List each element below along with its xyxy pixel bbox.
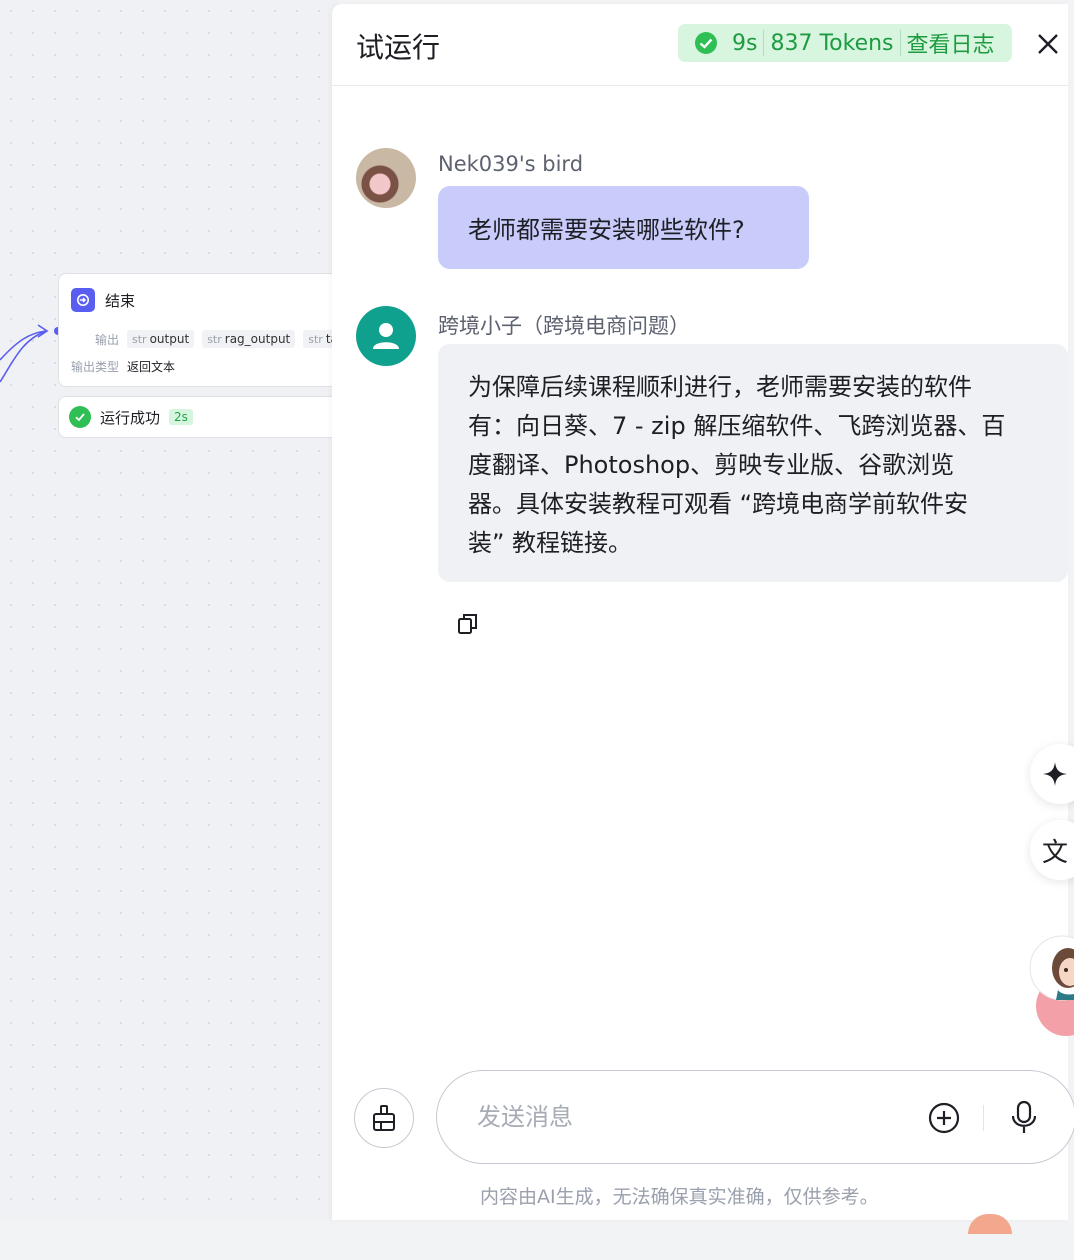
panel-header: 试运行 9s 837 Tokens 查看日志 bbox=[332, 4, 1068, 86]
bot-message-line: 有：向日葵、7 - zip 解压缩软件、飞跨浏览器、百 bbox=[468, 412, 1006, 440]
check-circle-icon bbox=[69, 406, 91, 428]
end-node-icon bbox=[71, 288, 95, 312]
output-type-value: 返回文本 bbox=[127, 360, 176, 374]
run-duration-badge: 2s bbox=[169, 409, 193, 425]
voice-input-button[interactable] bbox=[1007, 1099, 1041, 1135]
bot-name: 跨境小子（跨境电商问题） bbox=[438, 314, 690, 338]
run-info-badge: 9s 837 Tokens 查看日志 bbox=[678, 24, 1012, 62]
bot-message-line: 度翻译、Photoshop、剪映专业版、谷歌浏览 bbox=[468, 451, 955, 479]
plus-circle-icon bbox=[928, 1102, 960, 1134]
message-input[interactable] bbox=[477, 1095, 877, 1139]
run-tokens: 837 Tokens bbox=[770, 30, 894, 56]
user-avatar[interactable] bbox=[356, 148, 416, 208]
ai-disclaimer: 内容由AI生成，无法确保真实准确，仅供参考。 bbox=[480, 1186, 879, 1208]
sparkle-icon bbox=[1043, 762, 1067, 786]
attach-button[interactable] bbox=[927, 1101, 961, 1135]
mic-icon bbox=[1011, 1100, 1037, 1133]
view-log-link[interactable]: 查看日志 bbox=[907, 27, 995, 59]
end-node-output-type: 输出类型 返回文本 bbox=[71, 358, 175, 375]
translate-icon: 文 bbox=[1042, 837, 1069, 868]
run-status-bar[interactable]: 运行成功 2s bbox=[58, 396, 358, 438]
divider bbox=[763, 30, 765, 56]
check-circle-icon bbox=[695, 32, 717, 54]
brush-icon bbox=[373, 1105, 395, 1131]
user-name: Nek039's bird bbox=[438, 152, 584, 176]
bot-message-bubble: 为保障后续课程顺利进行，老师需要安装的软件 有：向日葵、7 - zip 解压缩软… bbox=[438, 344, 1068, 582]
close-icon bbox=[1038, 34, 1058, 54]
bot-message-line: 器。具体安装教程可观看 “跨境电商学前软件安 bbox=[468, 490, 969, 518]
message-input-box[interactable] bbox=[436, 1070, 1074, 1164]
bot-message-line: 为保障后续课程顺利进行，老师需要安装的软件 bbox=[468, 373, 972, 401]
bot-message-line: 装” 教程链接。 bbox=[468, 529, 633, 557]
divider bbox=[899, 30, 901, 56]
panel-title: 试运行 bbox=[356, 31, 441, 64]
clear-history-button[interactable] bbox=[354, 1088, 414, 1148]
copy-button[interactable] bbox=[456, 611, 480, 637]
close-button[interactable] bbox=[1032, 28, 1064, 60]
end-node-outputs: 输出 stroutput strrag_output strtal bbox=[95, 330, 347, 348]
floating-assistant-edge[interactable] bbox=[968, 1214, 1012, 1234]
output-type-label: 输出类型 bbox=[71, 360, 120, 374]
end-node-header: 结束 bbox=[71, 288, 135, 312]
workflow-canvas[interactable]: 结束 输出 stroutput strrag_output strtal 输出类… bbox=[0, 0, 358, 1220]
test-run-panel: 试运行 9s 837 Tokens 查看日志 Nek039's bird 老师都… bbox=[332, 4, 1074, 1234]
output-var-pill: str output bbox=[127, 330, 195, 348]
run-time: 9s bbox=[732, 30, 758, 56]
divider bbox=[983, 1105, 984, 1131]
bot-avatar[interactable] bbox=[356, 306, 416, 366]
user-message-bubble: 老师都需要安装哪些软件? bbox=[438, 186, 809, 269]
person-icon bbox=[373, 323, 399, 349]
run-status-label: 运行成功 bbox=[100, 408, 161, 427]
copy-icon bbox=[458, 614, 477, 634]
floating-assistant-avatar[interactable] bbox=[1026, 934, 1074, 1038]
output-label: 输出 bbox=[95, 332, 120, 347]
end-node[interactable]: 结束 输出 stroutput strrag_output strtal 输出类… bbox=[58, 273, 358, 387]
output-var-pill: str rag_output bbox=[202, 330, 296, 348]
end-node-title: 结束 bbox=[105, 291, 136, 310]
